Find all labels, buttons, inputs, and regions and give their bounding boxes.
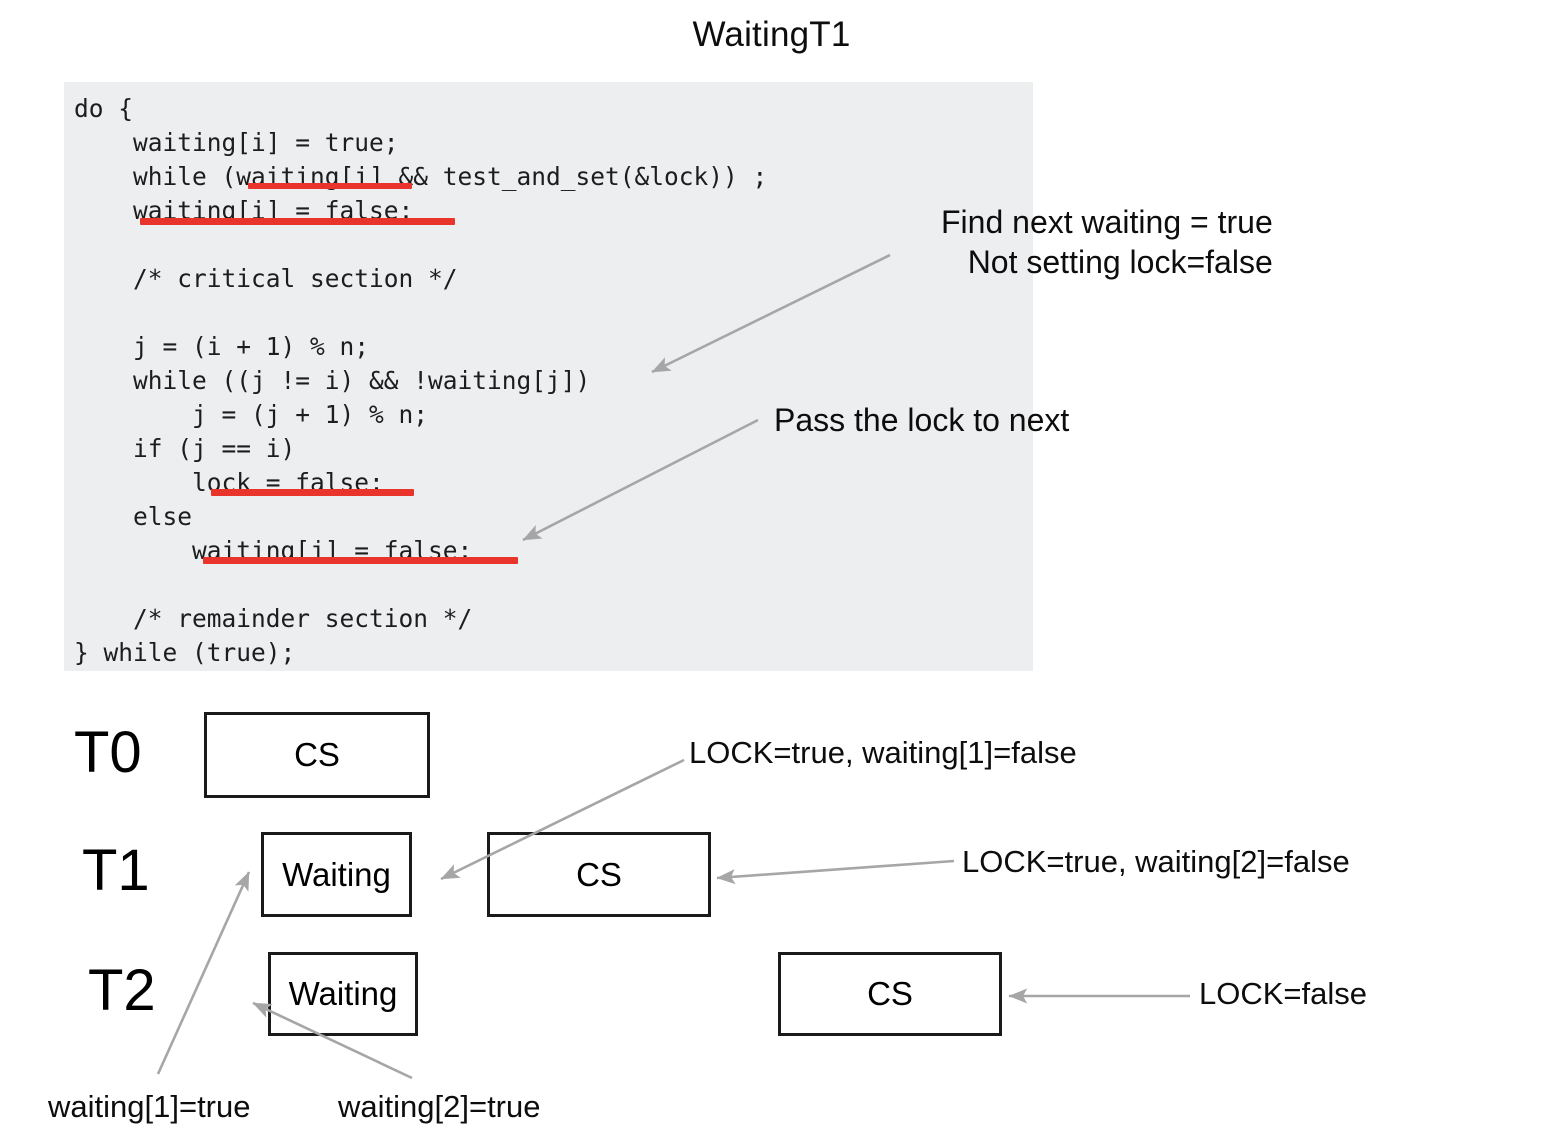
callout-find-next-waiting: Find next waiting = true Not setting loc… [941,202,1273,282]
thread-label-t0: T0 [74,720,142,785]
timeline-note-lock-true-waiting1: LOCK=true, waiting[1]=false [689,735,1077,770]
callout-pass-the-lock: Pass the lock to next [774,400,1069,440]
code-block-text: do { waiting[i] = true; while (waiting[i… [74,94,768,667]
code-highlight-underline-lock-false [211,489,414,496]
bottom-note-waiting1-true: waiting[1]=true [48,1089,251,1124]
timeline-note-lock-true-waiting2: LOCK=true, waiting[2]=false [962,844,1350,879]
page-title: WaitingT1 [692,15,851,54]
timeline-box-t2-waiting: Waiting [268,952,418,1036]
code-highlight-underline-waiting-j-false [203,557,518,564]
callout-find-next-waiting-line2: Not setting lock=false [967,244,1273,280]
callout-find-next-waiting-line1: Find next waiting = true [941,204,1273,240]
bottom-note-waiting2-true: waiting[2]=true [338,1089,541,1124]
timeline-box-t2-cs: CS [778,952,1002,1036]
timeline-box-t0-cs: CS [204,712,430,798]
timeline-box-t1-waiting: Waiting [261,832,412,917]
thread-label-t1: T1 [82,838,150,903]
code-block-panel: do { waiting[i] = true; while (waiting[i… [64,82,1033,671]
code-highlight-underline-waiting-i-false [140,218,455,225]
timeline-box-t1-cs: CS [487,832,711,917]
arrow-lock-true-waiting2 [716,859,955,885]
callout-pass-the-lock-line1: Pass the lock to next [774,402,1070,438]
timeline-note-lock-false: LOCK=false [1199,976,1368,1011]
arrow-waiting1-true [156,871,251,1075]
thread-label-t2: T2 [88,958,156,1023]
code-highlight-underline-waiting-i-cond [248,183,412,189]
